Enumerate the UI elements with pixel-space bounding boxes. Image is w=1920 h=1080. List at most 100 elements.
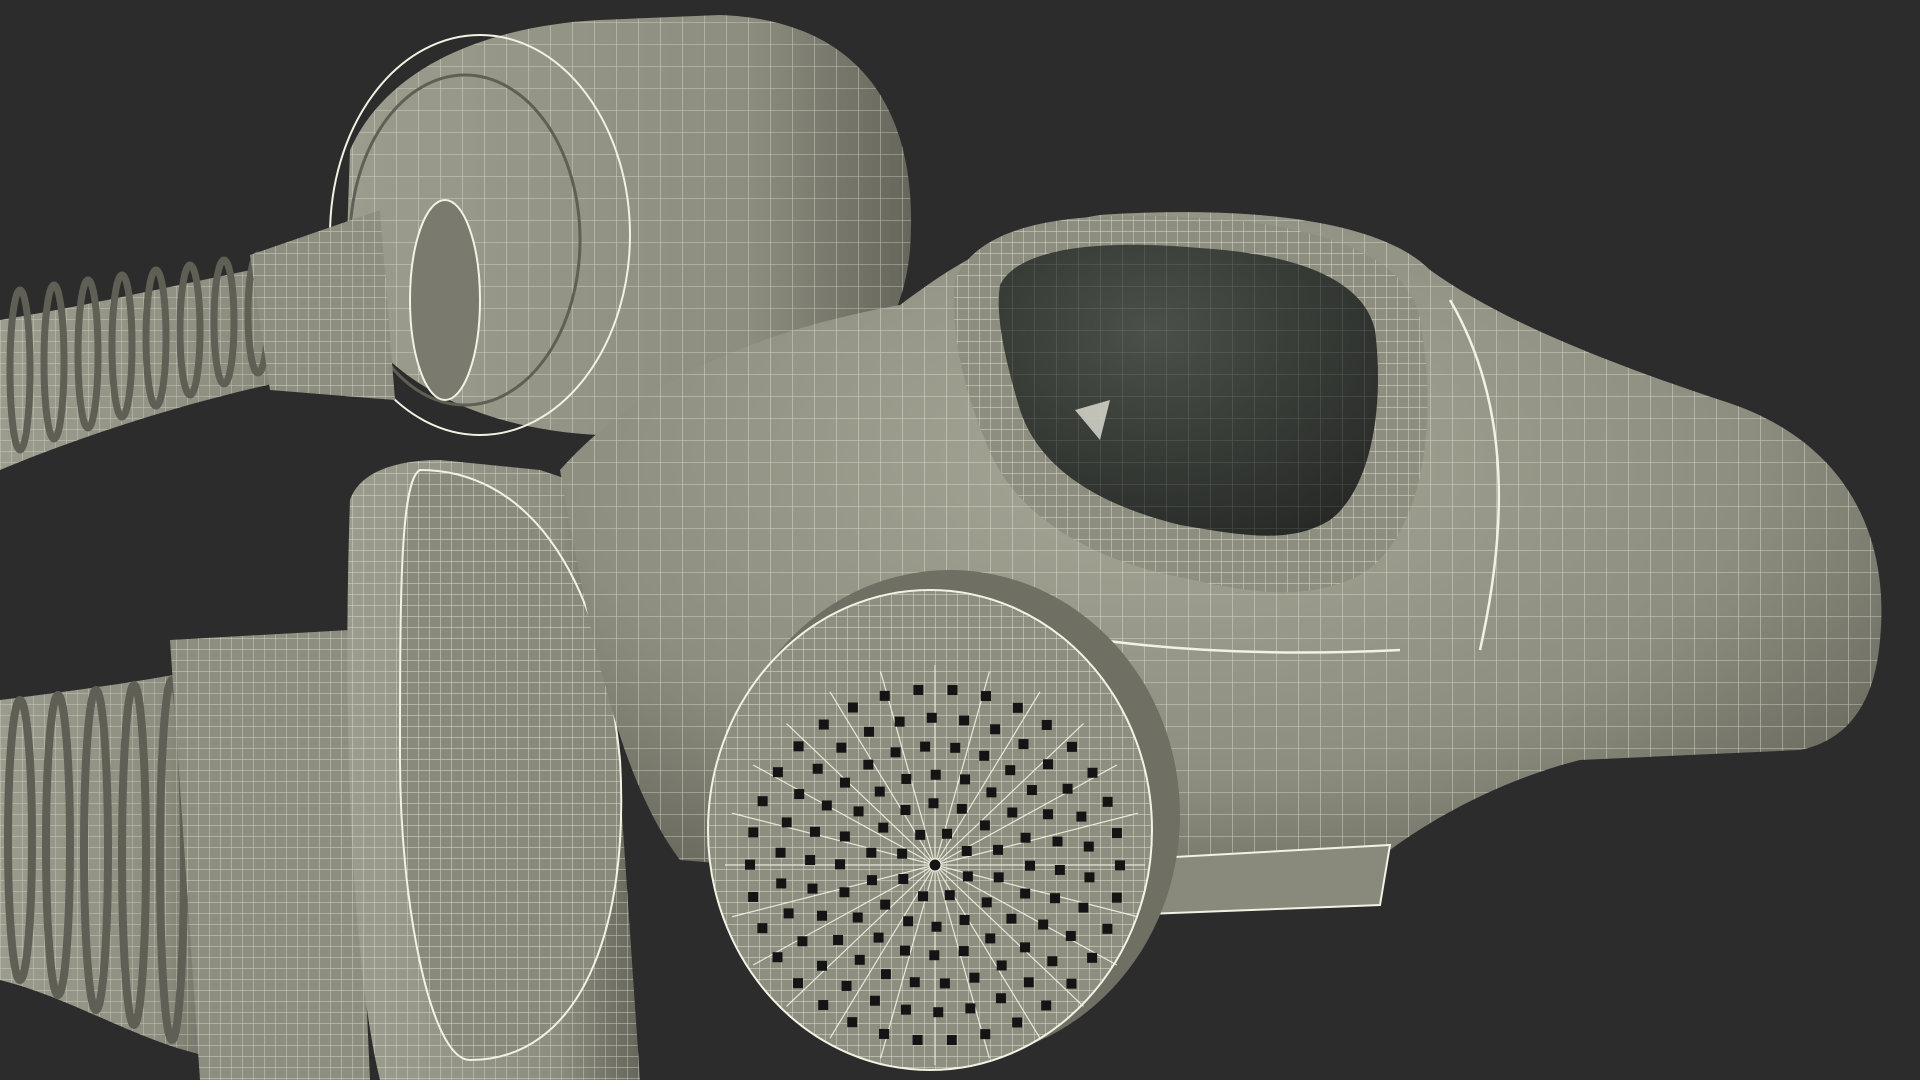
- vent-hole: [947, 685, 958, 696]
- vent-hole: [873, 932, 884, 943]
- vent-hole: [866, 847, 877, 858]
- vent-hole: [996, 960, 1007, 971]
- vent-hole: [1012, 702, 1023, 713]
- vent-hole: [1043, 809, 1054, 820]
- vent-hole: [958, 946, 969, 957]
- vent-hole: [980, 1029, 991, 1040]
- render-viewport: [0, 0, 1920, 1080]
- vent-hole: [1083, 841, 1094, 852]
- vent-hole: [993, 844, 1004, 855]
- vent-hole: [852, 912, 863, 923]
- vent-hole: [980, 691, 991, 702]
- vent-hole: [1020, 832, 1031, 843]
- vent-hole: [990, 724, 1001, 735]
- vent-hole: [816, 910, 827, 921]
- vent-hole: [853, 806, 864, 817]
- vent-hole: [979, 820, 990, 831]
- vent-hole: [1087, 767, 1098, 778]
- vent-hole: [1047, 956, 1058, 967]
- vent-hole: [995, 993, 1006, 1004]
- vent-hole: [1006, 913, 1017, 924]
- vent-hole: [961, 845, 972, 856]
- vent-hole: [959, 914, 970, 925]
- vent-hole: [915, 829, 926, 840]
- vent-hole: [959, 715, 970, 726]
- vent-hole: [816, 960, 827, 971]
- vent-hole: [993, 872, 1004, 883]
- vent-hole: [1102, 923, 1113, 934]
- gas-mask-model: [0, 15, 1882, 1080]
- vent-hole: [879, 690, 890, 701]
- vent-hole: [835, 859, 846, 870]
- vent-hole: [929, 950, 940, 961]
- vent-hole: [839, 887, 850, 898]
- vent-hole: [985, 933, 996, 944]
- vent-hole: [847, 1017, 858, 1028]
- vent-hole: [933, 1007, 944, 1018]
- vent-hole: [1007, 807, 1018, 818]
- vent-hole: [897, 848, 908, 859]
- vent-hole: [944, 890, 955, 901]
- vent-hole: [1020, 888, 1031, 899]
- vent-hole: [965, 1003, 976, 1014]
- vent-hole: [890, 747, 901, 758]
- vent-hole: [946, 1035, 957, 1046]
- vent-hole: [757, 923, 768, 934]
- vent-hole: [1020, 942, 1031, 953]
- vent-hole: [775, 847, 786, 858]
- vent-hole: [1078, 902, 1089, 913]
- vent-hole: [1076, 811, 1087, 822]
- vent-hole: [854, 954, 865, 965]
- vent-hole: [1024, 860, 1035, 871]
- vent-hole: [807, 883, 818, 894]
- vent-hole: [781, 817, 792, 828]
- vent-hole: [1023, 977, 1034, 988]
- vent-hole: [1111, 828, 1122, 839]
- vent-hole: [899, 945, 910, 956]
- vent-hole: [913, 684, 924, 695]
- vent-hole: [1102, 796, 1113, 807]
- vent-hole: [1062, 783, 1073, 794]
- vent-hole: [864, 726, 875, 737]
- vent-hole: [821, 800, 832, 811]
- vent-hole: [1041, 719, 1052, 730]
- vent-hole: [1052, 836, 1063, 847]
- vent-hole: [812, 763, 823, 774]
- vent-hole: [818, 1000, 829, 1011]
- vent-hole: [1054, 864, 1065, 875]
- vent-hole: [833, 934, 844, 945]
- vent-hole: [1111, 892, 1122, 903]
- vent-hole: [879, 1028, 890, 1039]
- vent-hole: [783, 908, 794, 919]
- vent-hole: [880, 899, 891, 910]
- vent-hole: [969, 972, 980, 983]
- vent-hole: [805, 855, 816, 866]
- vent-hole: [841, 980, 852, 991]
- vent-hole: [836, 742, 847, 753]
- vent-hole: [956, 803, 967, 814]
- vent-hole: [794, 789, 805, 800]
- vent-hole: [942, 828, 953, 839]
- vent-hole: [847, 702, 858, 713]
- vent-hole: [1005, 765, 1016, 776]
- lower-hose: [0, 630, 370, 1080]
- vent-hole: [1043, 759, 1054, 770]
- vent-hole: [772, 767, 783, 778]
- vent-hole: [928, 798, 939, 809]
- vent-hole: [979, 750, 990, 761]
- vent-hole: [880, 969, 891, 980]
- vent-hole: [939, 978, 950, 989]
- vent-hole: [793, 741, 804, 752]
- vent-hole: [912, 1034, 923, 1045]
- vent-hole: [900, 1004, 911, 1015]
- vent-hole: [1026, 785, 1037, 796]
- vent-hole: [793, 978, 804, 989]
- vent-hole: [926, 712, 937, 723]
- vent-hole: [809, 826, 820, 837]
- vent-hole: [1018, 739, 1029, 750]
- vent-hole: [818, 719, 829, 730]
- vent-hole: [1066, 978, 1077, 989]
- vent-hole: [1041, 1000, 1052, 1011]
- vent-hole: [981, 897, 992, 908]
- vent-hole: [950, 742, 961, 753]
